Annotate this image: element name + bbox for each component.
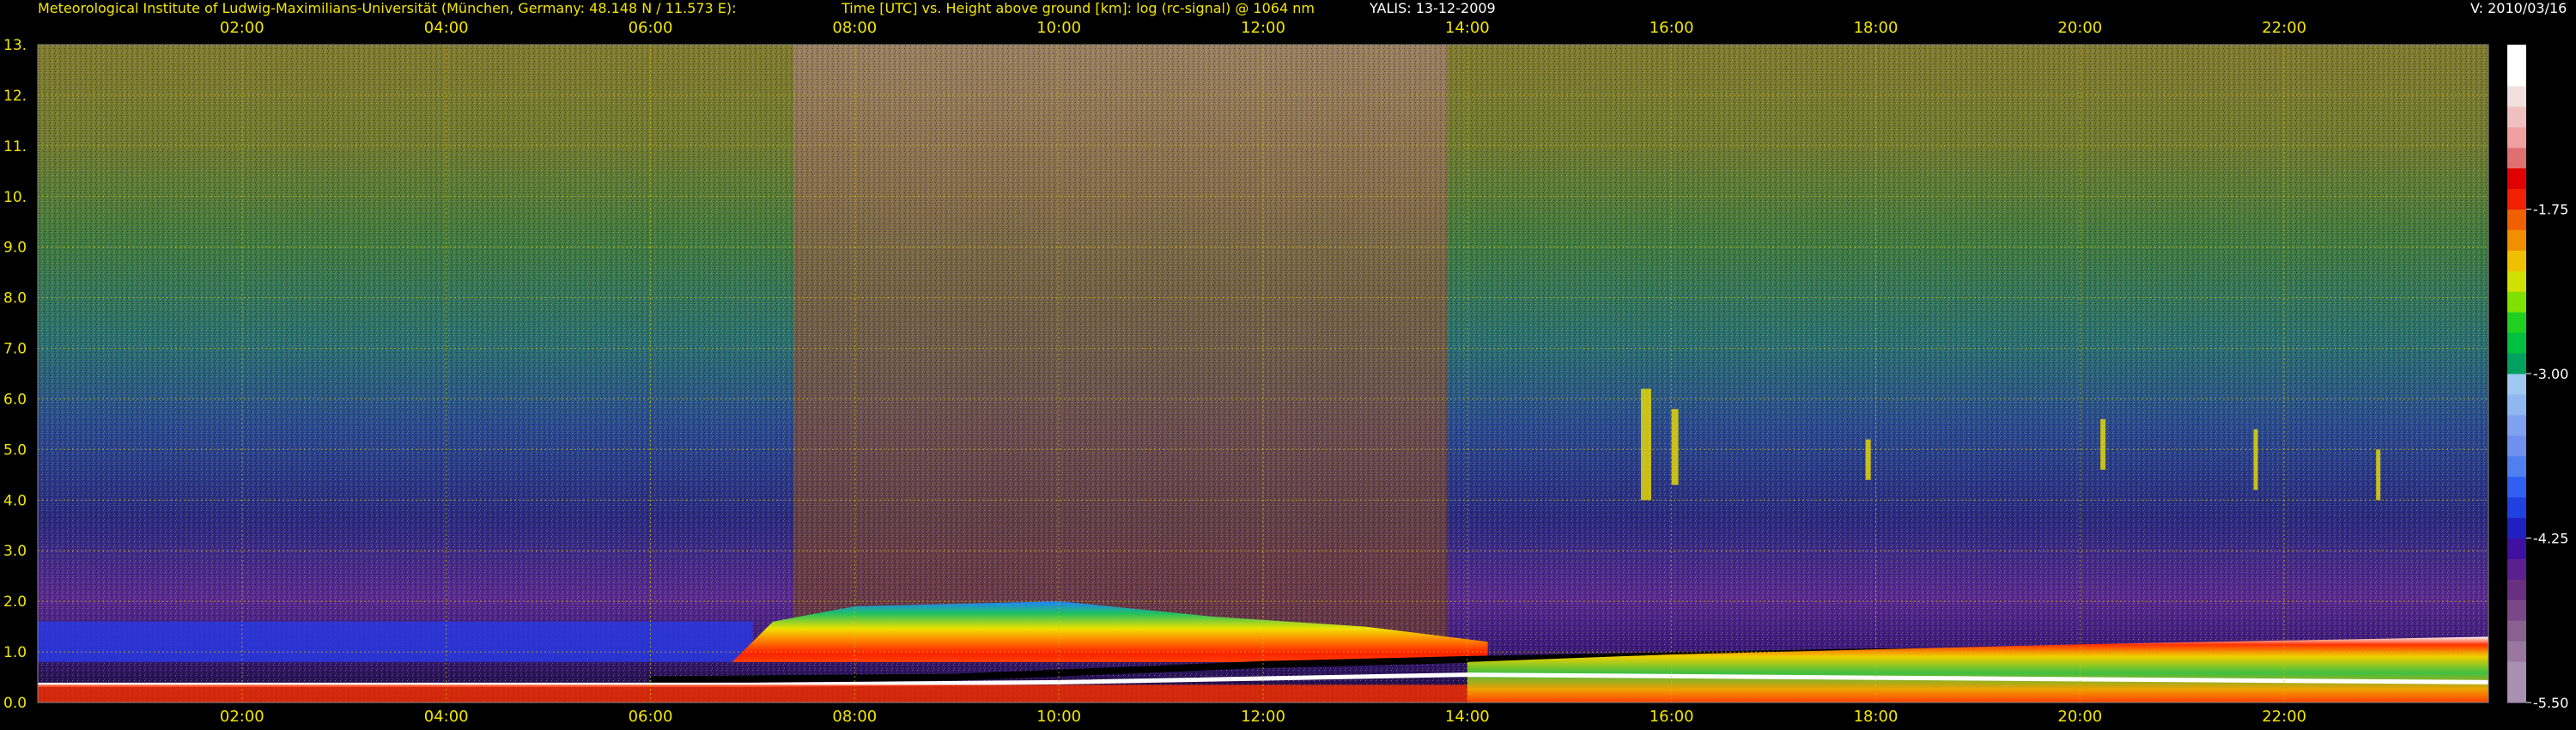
x-tick-label-bottom: 08:00 bbox=[832, 708, 877, 726]
y-tick-label: 5.0 bbox=[3, 441, 27, 459]
x-tick-label-bottom: 14:00 bbox=[1445, 708, 1490, 726]
x-tick-label-bottom: 18:00 bbox=[1854, 708, 1899, 726]
colorbar-segment bbox=[2507, 271, 2526, 292]
y-tick-label: 11. bbox=[3, 138, 27, 155]
colorbar-segment bbox=[2507, 538, 2526, 559]
y-tick-label: 1.0 bbox=[3, 644, 27, 661]
x-tick-label-top: 08:00 bbox=[832, 19, 877, 37]
x-tick-label-bottom: 02:00 bbox=[220, 708, 264, 726]
colorbar-segment bbox=[2507, 126, 2526, 149]
colorbar-segment bbox=[2507, 229, 2526, 251]
x-tick-label-bottom: 16:00 bbox=[1649, 708, 1694, 726]
y-tick-label: 8.0 bbox=[3, 290, 27, 307]
cloud-mark bbox=[1865, 439, 1871, 480]
colorbar-segment bbox=[2507, 291, 2526, 313]
colorbar-segment bbox=[2507, 476, 2526, 498]
y-tick-label: 7.0 bbox=[3, 341, 27, 358]
colorbar-segment bbox=[2507, 312, 2526, 333]
y-tick-label: 0.0 bbox=[3, 695, 27, 712]
x-tick-label-top: 04:00 bbox=[424, 19, 469, 37]
colorbar-segment bbox=[2507, 393, 2526, 416]
colorbar-segment bbox=[2507, 167, 2526, 190]
ground-return bbox=[38, 684, 1467, 703]
y-tick-label: 6.0 bbox=[3, 391, 27, 408]
colorbar-segment bbox=[2507, 455, 2526, 478]
colorbar-segment bbox=[2507, 682, 2526, 703]
y-tick-label: 3.0 bbox=[3, 543, 27, 560]
cloud-mark bbox=[2376, 449, 2381, 501]
colorbar-segment bbox=[2507, 106, 2526, 128]
colorbar-tick-label: -5.50 bbox=[2533, 695, 2568, 711]
colorbar-segment bbox=[2507, 641, 2526, 662]
y-tick-label: 2.0 bbox=[3, 593, 27, 611]
x-tick-label-top: 02:00 bbox=[220, 19, 264, 37]
colorbar-segment bbox=[2507, 209, 2526, 230]
cloud-mark bbox=[1640, 388, 1651, 501]
x-tick-label-bottom: 22:00 bbox=[2262, 708, 2306, 726]
colorbar-segment bbox=[2507, 250, 2526, 271]
colorbar-tick-label: -3.00 bbox=[2533, 366, 2568, 382]
colorbar-segment bbox=[2507, 435, 2526, 457]
x-tick-label-top: 22:00 bbox=[2262, 19, 2306, 37]
x-tick-label-bottom: 06:00 bbox=[629, 708, 673, 726]
colorbar-tick-label: -1.75 bbox=[2533, 202, 2568, 218]
colorbar-segment bbox=[2507, 45, 2526, 66]
colorbar-segment bbox=[2507, 496, 2526, 519]
x-axis-bottom: 02:00 04:00 06:00 08:00 10:00 12:00 14:00 16:00… bbox=[220, 708, 2306, 726]
colorbar-segment bbox=[2507, 414, 2526, 436]
y-tick-label: 12. bbox=[3, 88, 27, 105]
colorbar-tick-label: -4.25 bbox=[2533, 531, 2568, 547]
cloud-mark bbox=[2253, 429, 2258, 490]
x-axis-top: 02:00 04:00 06:00 08:00 10:00 12:00 14:00 16:00… bbox=[220, 19, 2306, 37]
cloud-mark bbox=[2100, 419, 2106, 470]
lidar-chart: 02:00 04:00 06:00 08:00 10:00 12:00 14:00 16:00… bbox=[3, 19, 2568, 726]
x-tick-label-top: 12:00 bbox=[1241, 19, 1285, 37]
x-tick-label-top: 10:00 bbox=[1036, 19, 1081, 37]
x-tick-label-top: 06:00 bbox=[629, 19, 673, 37]
colorbar-segment bbox=[2507, 579, 2526, 600]
colorbar-segment bbox=[2507, 188, 2526, 210]
boundary-layer-band bbox=[38, 621, 753, 662]
colorbar-segment bbox=[2507, 147, 2526, 169]
colorbar-segment bbox=[2507, 517, 2526, 538]
colorbar-segment bbox=[2507, 332, 2526, 354]
colorbar-segment bbox=[2507, 374, 2526, 395]
colorbar-segment bbox=[2507, 620, 2526, 642]
x-tick-label-bottom: 10:00 bbox=[1036, 708, 1081, 726]
x-tick-label-bottom: 04:00 bbox=[424, 708, 469, 726]
cloud-mark bbox=[1671, 409, 1679, 485]
colorbar-segment bbox=[2507, 599, 2526, 621]
y-tick-label: 4.0 bbox=[3, 492, 27, 509]
colorbar-segment bbox=[2507, 558, 2526, 580]
y-tick-label: 9.0 bbox=[3, 240, 27, 257]
y-tick-label: 10. bbox=[3, 189, 27, 206]
x-tick-label-top: 14:00 bbox=[1445, 19, 1490, 37]
x-tick-label-top: 18:00 bbox=[1854, 19, 1899, 37]
x-tick-label-top: 20:00 bbox=[2057, 19, 2102, 37]
colorbar: -1.75 -3.00 -4.25 -5.50 bbox=[2507, 45, 2568, 711]
x-tick-label-top: 16:00 bbox=[1649, 19, 1694, 37]
colorbar-segment bbox=[2507, 64, 2526, 87]
y-axis: 0.0 1.0 2.0 3.0 4.0 5.0 6.0 7.0 8.0 9.0 10. 11. 12. 1… bbox=[3, 37, 27, 712]
y-tick-label: 13. bbox=[3, 37, 27, 54]
x-tick-label-bottom: 20:00 bbox=[2057, 708, 2102, 726]
x-tick-label-bottom: 12:00 bbox=[1241, 708, 1285, 726]
colorbar-segment bbox=[2507, 85, 2526, 107]
colorbar-segment bbox=[2507, 353, 2526, 374]
colorbar-segment bbox=[2507, 661, 2526, 683]
